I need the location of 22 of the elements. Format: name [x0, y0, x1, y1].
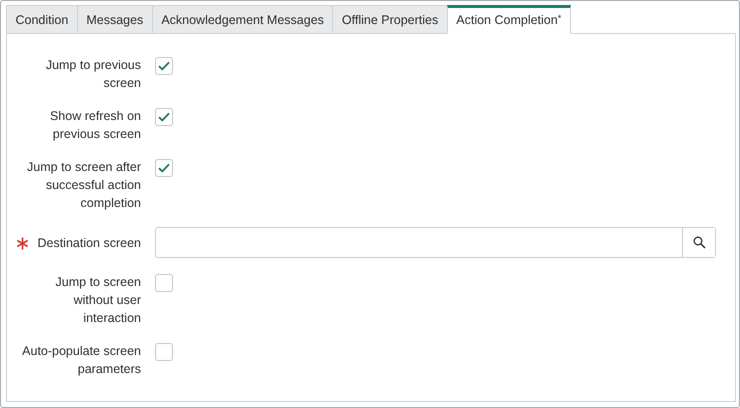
checkbox[interactable] — [155, 343, 173, 361]
check-icon — [158, 61, 170, 71]
tab[interactable]: Acknowledgement Messages — [152, 5, 332, 34]
tab[interactable]: Messages — [76, 5, 152, 34]
checkbox[interactable] — [155, 274, 173, 292]
field-label: Destination screen — [37, 235, 141, 252]
search-icon — [692, 236, 706, 249]
tab[interactable]: Condition — [6, 5, 77, 34]
field-label: Jump to screen after successful action completion — [26, 159, 141, 212]
field-label: Auto-populate screen parameters — [21, 343, 141, 378]
checkbox[interactable] — [155, 108, 173, 126]
checkbox[interactable] — [155, 57, 173, 75]
tab[interactable]: Action Completion$^{*}$ — [446, 5, 571, 34]
field-label: Show refresh on previous screen — [48, 108, 141, 143]
checkbox[interactable] — [155, 159, 173, 177]
check-icon — [158, 163, 170, 173]
check-icon — [158, 112, 170, 122]
tab[interactable]: Offline Properties — [332, 5, 447, 34]
field-label: Jump to previous screen — [44, 57, 141, 92]
lookup-field[interactable] — [155, 227, 716, 258]
field-label: Jump to screen without user interaction — [54, 274, 141, 327]
search-button[interactable] — [682, 228, 715, 257]
